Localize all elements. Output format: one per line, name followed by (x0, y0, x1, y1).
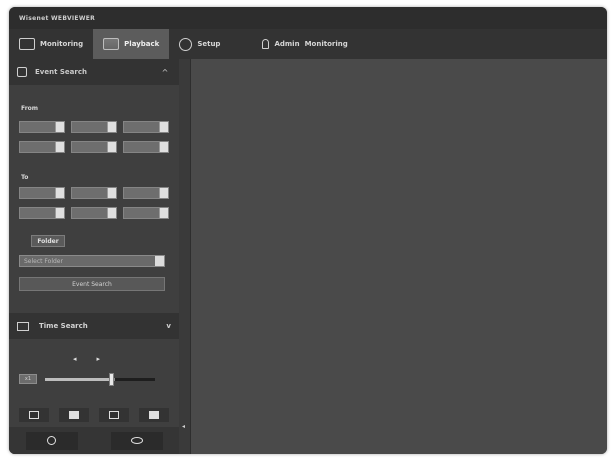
capture-button[interactable] (19, 408, 49, 422)
spinner-arrow-icon[interactable] (159, 208, 168, 218)
folder-button[interactable]: Folder (31, 235, 65, 247)
bottom-bar (9, 427, 179, 454)
speed-slider-fill (45, 377, 111, 381)
capture-icon (29, 411, 39, 419)
spinner-arrow-icon[interactable] (107, 208, 116, 218)
time-search-title: Time Search (39, 322, 88, 330)
frame-nav: ◂ ▸ (73, 355, 100, 363)
spinner-arrow-icon[interactable] (159, 122, 168, 132)
record-icon (69, 411, 79, 419)
user-label: Admin (274, 40, 300, 48)
time-search-header[interactable]: Time Search v (9, 313, 179, 339)
spinner-arrow-icon[interactable] (107, 188, 116, 198)
expand-toggle-icon[interactable]: v (166, 322, 171, 330)
from-label: From (21, 105, 39, 112)
time-search-icon (17, 321, 29, 331)
to-second-spinner[interactable] (123, 207, 169, 219)
from-year-spinner[interactable] (19, 121, 65, 133)
speed-slider-rest (115, 377, 155, 381)
to-label: To (21, 174, 29, 181)
speed-slider-handle[interactable] (109, 372, 114, 386)
monitor-icon (19, 38, 35, 50)
spinner-arrow-icon[interactable] (107, 142, 116, 152)
next-frame-icon[interactable]: ▸ (97, 355, 101, 363)
from-day-spinner[interactable] (123, 121, 169, 133)
fullscreen-button[interactable] (139, 408, 169, 422)
tab-playback-label: Playback (124, 40, 160, 48)
tab-setup[interactable]: Setup (169, 29, 230, 59)
playback-icon (103, 38, 120, 50)
dropdown-arrow-icon[interactable] (155, 256, 164, 266)
top-menu-bar: Monitoring Playback Setup Admin Monitori… (9, 29, 607, 59)
from-second-spinner[interactable] (123, 141, 169, 153)
spinner-arrow-icon[interactable] (159, 142, 168, 152)
to-date-row (19, 187, 169, 199)
sidebar: Event Search ^ From To Folder Select Fol… (9, 59, 179, 454)
folder-select-value: Select Folder (24, 257, 63, 265)
to-year-spinner[interactable] (19, 187, 65, 199)
event-search-title: Event Search (35, 68, 87, 76)
spinner-arrow-icon[interactable] (55, 188, 64, 198)
gear-icon (179, 37, 193, 51)
from-month-spinner[interactable] (71, 121, 117, 133)
speed-control: x1 (19, 372, 169, 386)
sidebar-collapse-handle[interactable]: ◂ (179, 59, 191, 454)
fullscreen-icon (149, 411, 159, 419)
user-status: Monitoring (304, 40, 348, 48)
app-title: Wisenet WEBVIEWER (19, 14, 96, 22)
to-month-spinner[interactable] (71, 187, 117, 199)
tab-setup-label: Setup (197, 40, 221, 48)
user-info[interactable]: Admin Monitoring (252, 29, 357, 59)
from-hour-spinner[interactable] (19, 141, 65, 153)
event-search-button[interactable]: Event Search (19, 277, 165, 291)
spinner-arrow-icon[interactable] (159, 188, 168, 198)
speed-label: x1 (19, 374, 37, 384)
folder-select[interactable]: Select Folder (19, 255, 165, 267)
prev-frame-icon[interactable]: ◂ (73, 355, 77, 363)
tab-monitoring[interactable]: Monitoring (9, 29, 93, 59)
tab-playback[interactable]: Playback (93, 29, 170, 59)
webviewer-window: Wisenet WEBVIEWER Monitoring Playback Se… (9, 7, 607, 454)
speed-slider[interactable] (45, 372, 155, 386)
video-viewer[interactable] (191, 59, 607, 454)
user-icon (262, 39, 270, 49)
to-day-spinner[interactable] (123, 187, 169, 199)
to-minute-spinner[interactable] (71, 207, 117, 219)
spinner-arrow-icon[interactable] (107, 122, 116, 132)
to-hour-spinner[interactable] (19, 207, 65, 219)
event-search-icon (17, 67, 27, 77)
info-button[interactable] (25, 431, 78, 450)
backup-icon (109, 411, 119, 419)
from-minute-spinner[interactable] (71, 141, 117, 153)
spinner-arrow-icon[interactable] (55, 208, 64, 218)
tab-monitoring-label: Monitoring (40, 40, 84, 48)
spinner-arrow-icon[interactable] (55, 142, 64, 152)
info-icon (47, 436, 56, 445)
view-button[interactable] (110, 431, 163, 450)
record-button[interactable] (59, 408, 89, 422)
menu-spacer (230, 29, 252, 59)
backup-button[interactable] (99, 408, 129, 422)
from-date-row (19, 121, 169, 133)
collapse-arrow-icon[interactable]: ◂ (182, 423, 185, 430)
eye-icon (130, 437, 143, 444)
from-time-row (19, 141, 169, 153)
to-time-row (19, 207, 169, 219)
playback-controls (19, 408, 169, 422)
spinner-arrow-icon[interactable] (55, 122, 64, 132)
event-search-header[interactable]: Event Search ^ (9, 59, 179, 85)
collapse-toggle-icon[interactable]: ^ (159, 68, 171, 77)
title-bar: Wisenet WEBVIEWER (9, 7, 607, 29)
